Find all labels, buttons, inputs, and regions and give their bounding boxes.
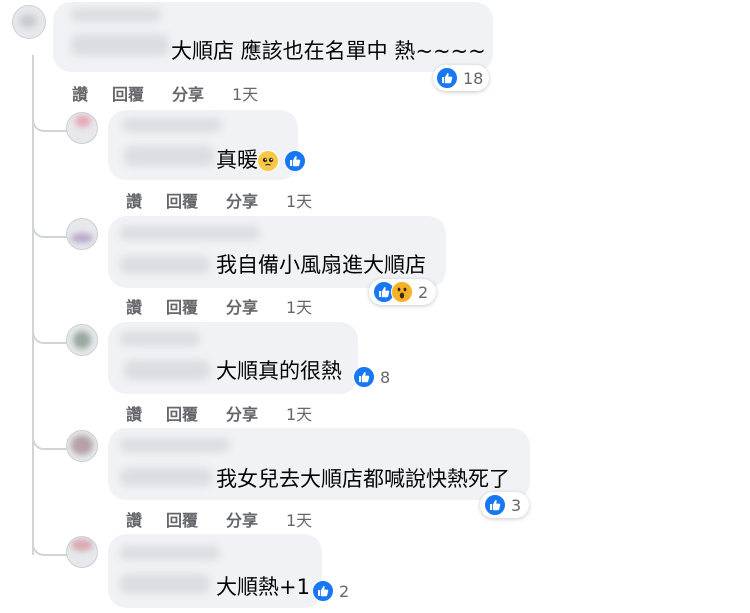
share-action[interactable]: 分享 [226,401,286,425]
like-action[interactable]: 讚 [126,188,166,212]
reaction-summary[interactable]: 2 [369,279,437,305]
reaction-count: 18 [463,68,484,88]
comment-text: 大順熱+1 [216,575,310,599]
comment-bubble: 大順店 應該也在名單中 熱~~~~ [53,2,493,72]
redacted-name [120,438,230,452]
like-action[interactable]: 讚 [72,81,112,105]
reaction-summary[interactable]: 8 [350,364,396,390]
comment-actions: 讚 回覆 分享 1天 [126,188,312,212]
avatar[interactable] [66,218,98,250]
avatar[interactable] [66,112,98,144]
comment-time[interactable]: 1天 [286,294,312,318]
redacted-name [71,8,161,22]
reply-action[interactable]: 回覆 [112,81,172,105]
comment-actions: 讚 回覆 分享 1天 [72,81,258,105]
reply-action[interactable]: 回覆 [166,294,226,318]
comment-text: 真暖 [216,148,258,172]
thread-branch [32,216,68,238]
redacted-tag [124,146,214,166]
thread-branch [32,428,68,450]
like-icon [484,494,506,516]
redacted-tag [120,574,210,594]
reaction-count: 8 [380,367,391,387]
like-icon [436,67,458,89]
like-action[interactable]: 讚 [126,401,166,425]
wow-icon [391,281,413,303]
like-icon [312,580,334,602]
reaction-summary[interactable]: 18 [433,65,490,91]
redacted-tag [120,468,212,486]
comment-bubble: 大順熱+1 [108,534,322,608]
thread-line [32,55,34,555]
comment-text: 我女兒去大順店都喊說快熱死了 [216,467,510,491]
share-action[interactable]: 分享 [226,188,286,212]
avatar[interactable] [12,5,46,39]
reaction-count: 3 [511,495,522,515]
comment-actions: 讚 回覆 分享 1天 [126,401,312,425]
thread-branch [32,534,68,556]
reaction-summary[interactable]: 3 [480,492,530,518]
redacted-tag [120,256,210,274]
comment-bubble: 我自備小風扇進大順店 [108,216,446,288]
comment-time[interactable]: 1天 [232,81,258,105]
comment-time[interactable]: 1天 [286,401,312,425]
redacted-name [120,226,260,240]
comment-bubble: 大順真的很熱 [108,322,358,394]
redacted-tag [71,34,169,56]
redacted-name [122,118,222,132]
thread-branch [32,110,68,132]
like-icon [353,366,375,388]
reaction-count: 2 [339,581,350,601]
like-icon [284,150,306,172]
reaction-summary[interactable]: 2 [309,578,355,604]
comment-text: 大順店 應該也在名單中 熱~~~~ [171,39,486,63]
comment-text: 大順真的很熱 [216,359,342,383]
reply-action[interactable]: 回覆 [166,401,226,425]
comment-text: 我自備小風扇進大順店 [216,253,426,277]
reply-action[interactable]: 回覆 [166,507,226,531]
comment-bubble: 我女兒去大順店都喊說快熱死了 [108,428,530,500]
pleading-face-icon [257,150,279,172]
avatar[interactable] [66,324,98,356]
redacted-name [120,332,200,346]
comment-actions: 讚 回覆 分享 1天 [126,294,312,318]
reaction-summary[interactable] [254,148,312,174]
share-action[interactable]: 分享 [172,81,232,105]
avatar[interactable] [66,430,98,462]
share-action[interactable]: 分享 [226,507,286,531]
comment-time[interactable]: 1天 [286,507,312,531]
thread-branch [32,322,68,344]
comment-actions: 讚 回覆 分享 1天 [126,507,312,531]
like-action[interactable]: 讚 [126,294,166,318]
reply-action[interactable]: 回覆 [166,188,226,212]
redacted-name [120,546,220,560]
redacted-tag [124,360,210,380]
like-action[interactable]: 讚 [126,507,166,531]
share-action[interactable]: 分享 [226,294,286,318]
reaction-count: 2 [418,282,429,302]
avatar[interactable] [66,536,98,568]
comment-time[interactable]: 1天 [286,188,312,212]
